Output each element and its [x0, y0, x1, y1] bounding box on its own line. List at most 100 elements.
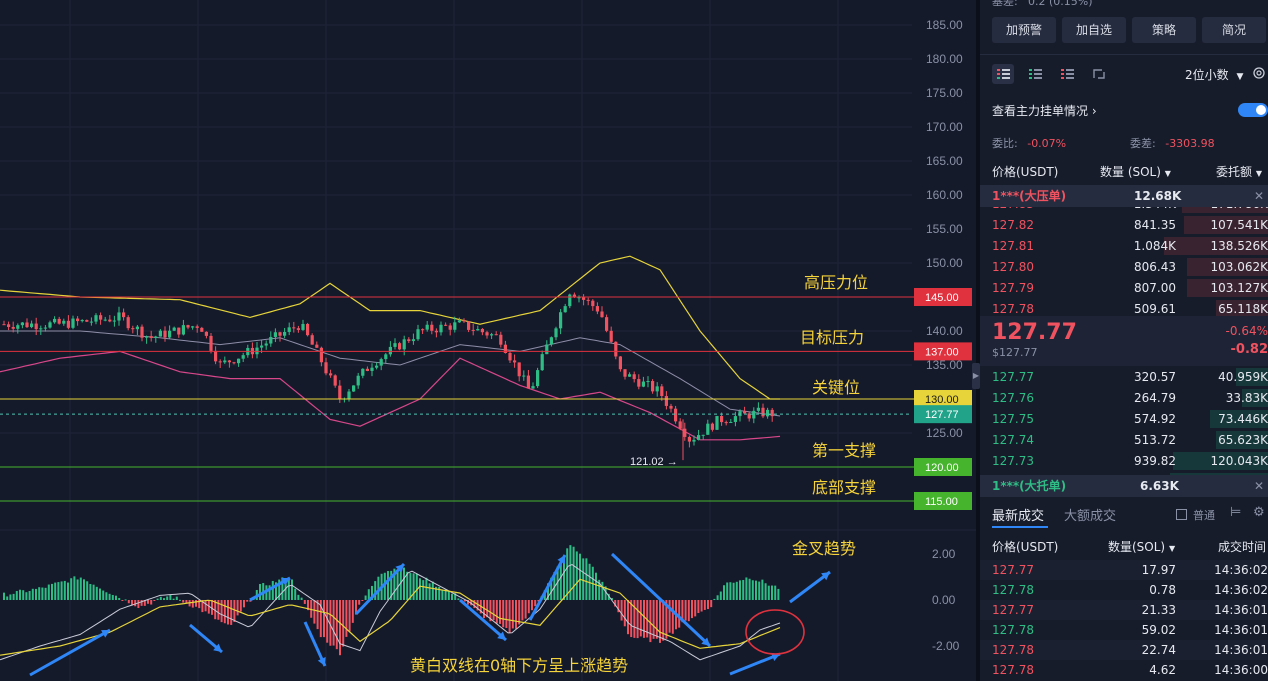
macd-histogram-bar [486, 600, 489, 618]
ask-row[interactable]: 127.82 841.35 107.541K [980, 215, 1268, 235]
ask-row[interactable]: 127.81 1.084K 138.526K [980, 236, 1268, 256]
macd-histogram-bar [239, 600, 242, 612]
partial-top-value: 0.2 (0.15%) [1028, 0, 1093, 8]
price-tick-label: 140.00 [926, 324, 963, 338]
macd-histogram-bar [111, 595, 114, 600]
macd-histogram-bar [95, 586, 98, 600]
candle-body [425, 324, 429, 330]
filter-icon[interactable]: ⊨ [1230, 505, 1241, 520]
macd-histogram-bar [495, 600, 498, 624]
candle-body [513, 360, 517, 363]
bid-row[interactable]: 127.75 574.92 73.446K [980, 409, 1268, 429]
expand-view-icon[interactable] [1088, 64, 1110, 84]
candle-body [669, 405, 673, 409]
trade-settings-icon[interactable]: ⚙ [1253, 505, 1265, 520]
key-level-price: 130.00 [925, 394, 959, 406]
trade-sort-chevron-icon: ▼ [1168, 544, 1176, 553]
bid-row[interactable]: 127.73 939.82 120.043K [980, 451, 1268, 471]
candle-body [329, 373, 333, 376]
big-bid-row[interactable]: 1***(大托单) 6.63K ✕ [980, 475, 1268, 497]
candle-body [595, 306, 599, 312]
main-orders-toggle[interactable] [1238, 103, 1268, 117]
candle-body [319, 347, 323, 363]
decimal-select[interactable]: 2位小数 ▼ [1185, 66, 1243, 83]
book-amount-header[interactable]: 委托额 ▼ [1216, 162, 1262, 184]
strategy-button[interactable]: 策略 [1132, 17, 1196, 43]
main-orders-link[interactable]: 查看主力挂单情况 › [992, 102, 1097, 119]
candle-body [237, 358, 241, 364]
ask-qty: 841.35 [1134, 218, 1176, 232]
macd-histogram-bar [726, 582, 729, 600]
amount-sort-chevron-icon: ▼ [1255, 169, 1262, 178]
candle-body [591, 300, 595, 307]
add-watchlist-button[interactable]: 加自选 [1062, 17, 1126, 43]
candle-body [706, 423, 710, 435]
normal-checkbox[interactable] [1176, 509, 1187, 520]
candle-body [99, 315, 103, 320]
overview-button[interactable]: 简况 [1202, 17, 1266, 43]
trade-qty-header-label: 数量(SOL) [1108, 540, 1166, 554]
book-qty-header[interactable]: 数量 (SOL) ▼ [1100, 162, 1171, 184]
macd-histogram-bar [403, 567, 405, 600]
close-bid-icon[interactable]: ✕ [1254, 475, 1264, 497]
bid-qty: 320.57 [1134, 370, 1176, 384]
partial-top-info: 基差: 0.2 (0.15%) [980, 0, 1268, 12]
candle-body [94, 315, 98, 322]
diff-label: 委差: [1130, 137, 1156, 150]
macd-histogram-bar [51, 583, 53, 600]
book-both-view-icon[interactable] [992, 64, 1014, 84]
last-price: 127.77 [992, 320, 1077, 345]
bid-price: 127.75 [992, 412, 1034, 426]
big-ask-row[interactable]: 1***(大压单) 12.68K ✕ [980, 185, 1268, 207]
macd-histogram-bar [83, 579, 85, 600]
macd-histogram-bar [147, 600, 149, 604]
macd-histogram-bar [582, 558, 585, 600]
candle-body [356, 375, 360, 386]
collapse-handle-icon[interactable]: ▶ [972, 363, 980, 389]
candle-body [393, 343, 397, 347]
macd-histogram-bar [169, 594, 172, 600]
trade-time: 14:36:02 [1214, 583, 1268, 597]
ask-row[interactable]: 127.80 806.43 103.062K [980, 257, 1268, 277]
tab-latest-trades[interactable]: 最新成交 [992, 505, 1044, 524]
candle-body [641, 381, 645, 387]
book-price-header[interactable]: 价格(USDT) [992, 162, 1058, 182]
macd-trend-annotation: 黄白双线在0轴下方呈上涨趋势 [410, 656, 628, 675]
low-price-marker: 121.02 → [630, 456, 678, 468]
candle-body [53, 318, 57, 323]
candle-body [191, 326, 195, 328]
macd-histogram-bar [639, 600, 642, 637]
book-bids-view-icon[interactable] [1024, 64, 1046, 84]
settings-gear-icon[interactable] [1252, 66, 1266, 80]
partial-top-label: 基差: [992, 0, 1018, 8]
candle-body [154, 336, 158, 338]
macd-histogram-bar [505, 600, 508, 629]
golden-cross-circle [745, 609, 805, 655]
bid-amount: 40.959K [1218, 370, 1268, 384]
bid-row[interactable]: 127.77 320.57 40.959K [980, 367, 1268, 387]
candle-body [632, 374, 636, 380]
macd-histogram-bar [518, 600, 521, 625]
kline-chart-area[interactable]: 185.00 180.00 175.00 170.00 165.00 160.00 155.… [0, 0, 976, 681]
macd-histogram-bar [668, 600, 671, 633]
candle-body [674, 408, 678, 422]
macd-histogram-bar [227, 600, 229, 625]
candle-body [485, 332, 489, 336]
bid-row[interactable]: 127.76 264.79 33.83K [980, 388, 1268, 408]
candle-body [411, 339, 415, 342]
book-asks-view-icon[interactable] [1056, 64, 1078, 84]
trend-arrow [729, 652, 781, 676]
trade-qty-header[interactable]: 数量(SOL) ▼ [1108, 537, 1175, 559]
candle-body [568, 294, 572, 307]
macd-histogram-bar [243, 600, 245, 608]
kline-chart-svg[interactable]: 185.00 180.00 175.00 170.00 165.00 160.00 155.… [0, 0, 976, 681]
close-icon[interactable]: ✕ [1254, 185, 1264, 207]
change-percent: -0.64% [1225, 324, 1268, 338]
candle-body [264, 343, 268, 346]
ask-row[interactable]: 127.79 807.00 103.127K [980, 278, 1268, 298]
bid-row[interactable]: 127.74 513.72 65.623K [980, 430, 1268, 450]
bid-amount: 73.446K [1218, 412, 1268, 426]
add-alert-button[interactable]: 加预警 [992, 17, 1056, 43]
candle-body [39, 328, 43, 330]
tab-large-trades[interactable]: 大额成交 [1064, 505, 1116, 524]
